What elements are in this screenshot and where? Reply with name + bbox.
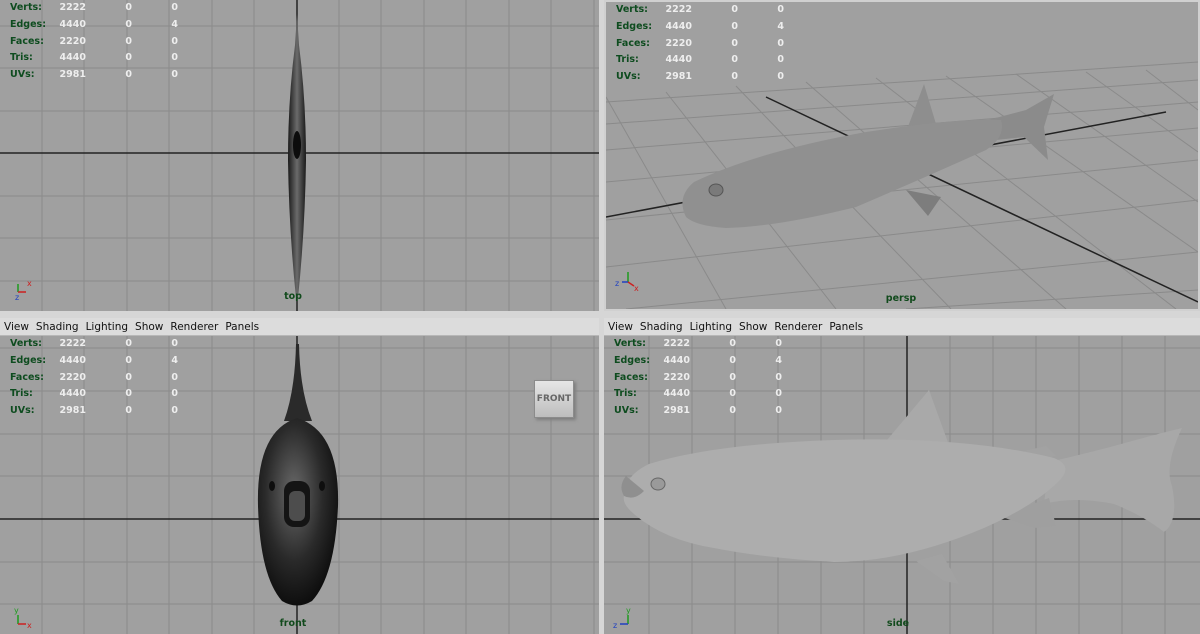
- menu-panels[interactable]: Panels: [225, 321, 259, 333]
- viewport-panel-top[interactable]: Verts: 2222 0 0 Edges: 4440 0 4 Faces: 2220 0 0 T…: [0, 0, 599, 311]
- svg-text:z: z: [615, 279, 619, 288]
- menu-show[interactable]: Show: [135, 321, 163, 333]
- svg-text:x: x: [634, 284, 639, 292]
- poly-count-hud: Verts: 2222 0 0 Edges: 4440 0 4 Faces: 2220 0 0 T…: [10, 338, 178, 417]
- svg-text:z: z: [15, 293, 19, 302]
- poly-count-hud: Verts: 2222 0 0 Edges: 4440 0 4 Faces: 2220 0 0 T…: [614, 338, 782, 417]
- svg-text:x: x: [27, 621, 32, 630]
- viewcube-front[interactable]: FRONT: [534, 380, 574, 418]
- menu-show[interactable]: Show: [739, 321, 767, 333]
- viewport-panel-side[interactable]: View Shading Lighting Show Renderer Pane…: [604, 318, 1200, 634]
- menu-shading[interactable]: Shading: [36, 321, 79, 333]
- camera-label: persp: [885, 293, 917, 304]
- menu-lighting[interactable]: Lighting: [690, 321, 732, 333]
- poly-count-hud: Verts: 2222 0 0 Edges: 4440 0 4 Faces: 2220 0 0 T…: [10, 2, 178, 81]
- poly-count-hud: Verts: 2222 0 0 Edges: 4440 0 4 Faces: 2220 0 0 T…: [616, 4, 784, 83]
- axis-gizmo-icon: y x: [14, 606, 32, 630]
- viewport-side[interactable]: Verts: 2222 0 0 Edges: 4440 0 4 Faces: 2220 0 0 T…: [604, 336, 1200, 634]
- menu-renderer[interactable]: Renderer: [170, 321, 218, 333]
- menu-view[interactable]: View: [608, 321, 633, 333]
- menu-lighting[interactable]: Lighting: [86, 321, 128, 333]
- viewport-panel-front[interactable]: View Shading Lighting Show Renderer Pane…: [0, 318, 599, 634]
- camera-label: side: [886, 618, 910, 629]
- viewport-panel-persp[interactable]: Verts: 2222 0 0 Edges: 4440 0 4 Faces: 2220 0 0 T…: [604, 0, 1200, 311]
- menu-renderer[interactable]: Renderer: [774, 321, 822, 333]
- axis-gizmo-icon: z x: [615, 272, 639, 292]
- viewport-top[interactable]: Verts: 2222 0 0 Edges: 4440 0 4 Faces: 2220 0 0 T…: [0, 0, 599, 311]
- menu-view[interactable]: View: [4, 321, 29, 333]
- svg-text:y: y: [14, 606, 19, 615]
- axis-gizmo-icon: x z: [15, 279, 32, 302]
- viewport-persp[interactable]: Verts: 2222 0 0 Edges: 4440 0 4 Faces: 2220 0 0 T…: [606, 2, 1198, 309]
- panel-menubar: View Shading Lighting Show Renderer Pane…: [0, 318, 599, 336]
- menu-shading[interactable]: Shading: [640, 321, 683, 333]
- svg-text:x: x: [27, 279, 32, 288]
- svg-text:z: z: [613, 621, 617, 630]
- axis-gizmo-icon: y z: [613, 606, 631, 630]
- fish-model-front: [257, 344, 339, 606]
- menu-panels[interactable]: Panels: [829, 321, 863, 333]
- camera-label: front: [279, 618, 307, 629]
- panel-menubar: View Shading Lighting Show Renderer Pane…: [604, 318, 1200, 336]
- viewport-front[interactable]: Verts: 2222 0 0 Edges: 4440 0 4 Faces: 2220 0 0 T…: [0, 336, 599, 634]
- camera-label: top: [284, 291, 302, 302]
- svg-text:y: y: [626, 606, 631, 615]
